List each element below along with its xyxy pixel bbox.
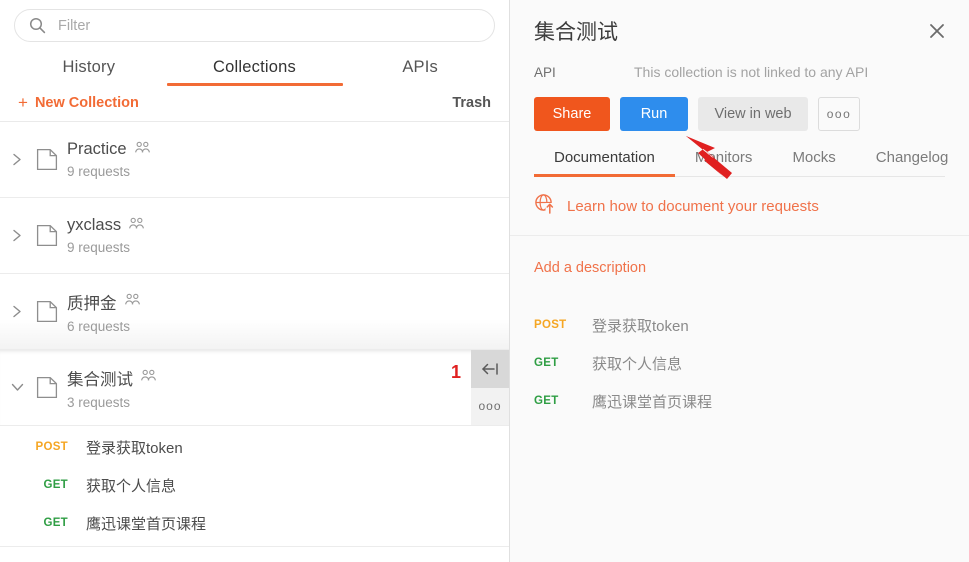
request-method: GET: [534, 357, 559, 369]
collection-request-count: 9 requests: [67, 164, 131, 179]
collection-row-actions: ooo: [471, 350, 509, 425]
request-row[interactable]: GET 鹰迅课堂首页课程: [0, 504, 509, 542]
chevron-right-icon[interactable]: [4, 228, 30, 243]
collections-subbar: + New Collection Trash: [0, 86, 509, 122]
tab-monitors[interactable]: Monitors: [675, 149, 773, 176]
list-divider: [0, 546, 509, 547]
collection-name: 集合测试: [67, 370, 133, 389]
collection-text: 质押金 6 requests: [64, 290, 141, 334]
detail-request-row[interactable]: POST 登录获取token: [534, 306, 969, 344]
collection-name: yxclass: [67, 216, 122, 234]
folder-icon: [30, 224, 64, 247]
page-title: 集合测试: [534, 21, 618, 44]
folder-icon: [30, 148, 64, 171]
detail-tabs: Documentation Monitors Mocks Changelog: [534, 149, 948, 177]
chevron-right-icon[interactable]: [4, 152, 30, 167]
request-method: POST: [35, 441, 68, 453]
collection-title-line: 集合测试: [67, 366, 157, 390]
detail-header: 集合测试 API This collection is not linked t…: [510, 0, 969, 177]
plus-icon: +: [18, 93, 28, 112]
tab-history[interactable]: History: [6, 58, 172, 86]
api-label: API: [534, 64, 556, 80]
collection-row-jihceshi[interactable]: 集合测试 3 requests 1 ooo: [0, 350, 509, 426]
left-sidebar: History Collections APIs + New Collectio…: [0, 0, 510, 562]
tab-changelog[interactable]: Changelog: [856, 149, 969, 176]
action-button-row: Share Run View in web ooo: [534, 97, 945, 131]
collection-name: 质押金: [67, 294, 117, 313]
request-row[interactable]: GET 获取个人信息: [0, 466, 509, 504]
new-collection-label: New Collection: [34, 94, 139, 111]
collection-request-count: 9 requests: [67, 240, 131, 255]
row-more-options-icon[interactable]: ooo: [471, 387, 509, 425]
collection-row-yxclass[interactable]: yxclass 9 requests: [0, 198, 509, 274]
trash-button[interactable]: Trash: [452, 95, 491, 111]
annotation-badge-1: 1: [450, 362, 461, 382]
search-box[interactable]: [14, 9, 495, 42]
folder-icon: [30, 300, 64, 323]
chevron-right-icon[interactable]: [4, 304, 30, 319]
shared-people-icon: [124, 293, 141, 311]
detail-request-row[interactable]: GET 获取个人信息: [534, 344, 969, 382]
request-row[interactable]: POST 登录获取token: [0, 428, 509, 466]
tab-documentation[interactable]: Documentation: [534, 149, 675, 177]
search-icon: [29, 17, 46, 34]
share-button[interactable]: Share: [534, 97, 610, 131]
api-link-status: This collection is not linked to any API: [634, 64, 869, 80]
documentation-learn-row[interactable]: Learn how to document your requests: [510, 177, 969, 236]
request-method: GET: [43, 517, 68, 529]
collection-row-zhiyajin[interactable]: 质押金 6 requests: [0, 274, 509, 350]
request-name: 登录获取token: [592, 317, 689, 335]
filter-search-container: [0, 0, 509, 48]
collection-name: Practice: [67, 140, 127, 158]
sidebar-tabs: History Collections APIs: [0, 48, 509, 86]
folder-icon: [30, 376, 64, 399]
tab-collections[interactable]: Collections: [172, 58, 338, 86]
postman-window: History Collections APIs + New Collectio…: [0, 0, 969, 562]
collection-detail-panel: 集合测试 API This collection is not linked t…: [510, 0, 969, 562]
search-input[interactable]: [56, 16, 480, 35]
tab-mocks[interactable]: Mocks: [772, 149, 855, 176]
api-link-row: API This collection is not linked to any…: [534, 64, 945, 80]
request-method: GET: [43, 479, 68, 491]
sidebar-request-list: POST 登录获取token GET 获取个人信息 GET 鹰迅课堂首页课程: [0, 426, 509, 547]
collection-request-count: 6 requests: [67, 318, 131, 334]
request-name: 获取个人信息: [592, 355, 683, 373]
detail-request-row[interactable]: GET 鹰迅课堂首页课程: [534, 382, 969, 420]
close-icon[interactable]: [923, 17, 951, 45]
view-in-web-button[interactable]: View in web: [698, 97, 808, 131]
shared-people-icon: [140, 369, 157, 387]
request-name: 获取个人信息: [86, 477, 177, 495]
new-collection-button[interactable]: + New Collection: [18, 94, 139, 111]
collection-row-practice[interactable]: Practice 9 requests: [0, 122, 509, 198]
request-name: 鹰迅课堂首页课程: [592, 393, 713, 411]
chevron-down-icon[interactable]: [4, 382, 30, 393]
collection-title-line: Practice: [67, 140, 151, 159]
collections-list: Practice 9 requests yxclass 9 requests 质…: [0, 122, 509, 562]
request-name: 登录获取token: [86, 439, 183, 457]
detail-request-list: POST 登录获取token GET 获取个人信息 GET 鹰迅课堂首页课程: [510, 276, 969, 420]
more-options-button[interactable]: ooo: [818, 97, 860, 131]
collection-title-line: 质押金: [67, 290, 141, 314]
collection-text: yxclass 9 requests: [64, 216, 145, 255]
learn-documentation-link[interactable]: Learn how to document your requests: [567, 198, 819, 215]
request-method: POST: [534, 319, 567, 331]
request-method: GET: [534, 395, 559, 407]
globe-upload-icon: [534, 193, 555, 219]
collection-request-count: 3 requests: [67, 394, 131, 410]
run-button[interactable]: Run: [620, 97, 688, 131]
collection-title-line: yxclass: [67, 216, 145, 235]
request-name: 鹰迅课堂首页课程: [86, 515, 207, 533]
tab-apis[interactable]: APIs: [337, 58, 503, 86]
collection-text: 集合测试 3 requests: [64, 366, 157, 410]
shared-people-icon: [134, 141, 151, 159]
shared-people-icon: [128, 217, 145, 235]
collection-text: Practice 9 requests: [64, 140, 151, 179]
collapse-left-icon[interactable]: [471, 350, 509, 388]
add-description-link[interactable]: Add a description: [510, 236, 969, 276]
